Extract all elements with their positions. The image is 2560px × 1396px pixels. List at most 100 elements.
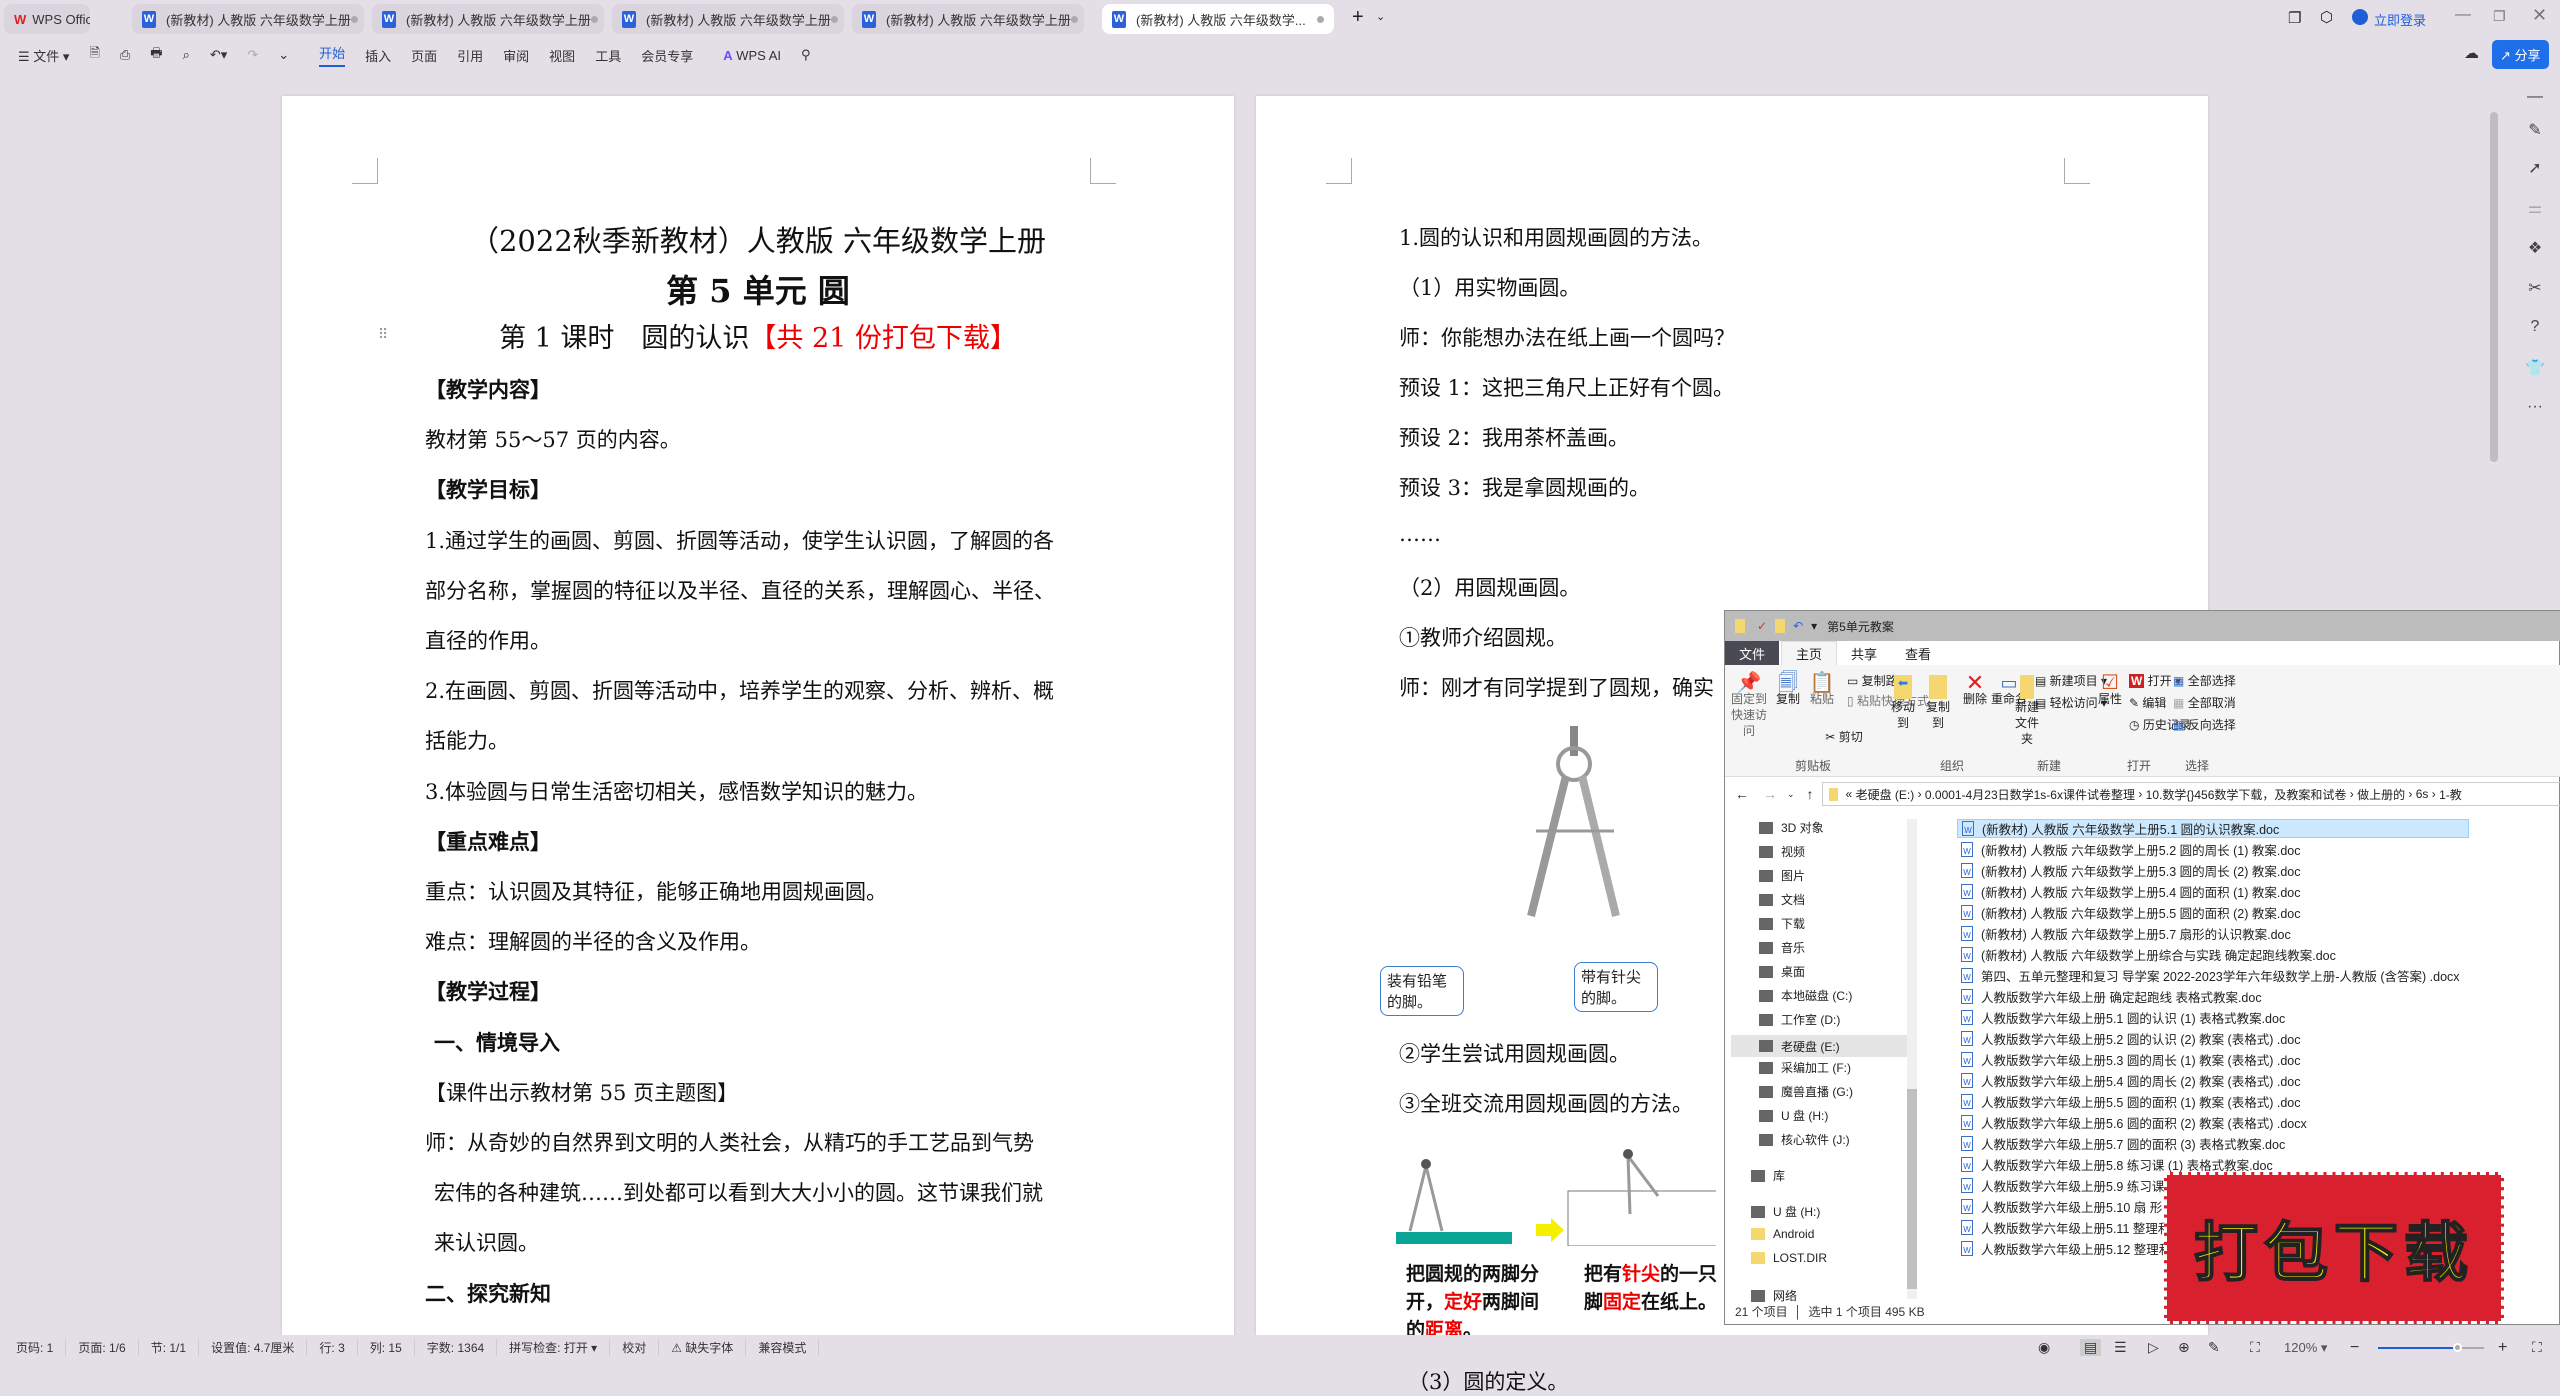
tab-close-dot[interactable] [1070,15,1078,23]
play-icon[interactable]: ▷ [2148,1339,2159,1356]
collapse-panel-icon[interactable]: — [2520,88,2550,106]
properties-icon[interactable]: ✓ [1757,619,1767,633]
back-icon[interactable]: ← [1735,786,1749,802]
zoom-in-button[interactable]: + [2498,1339,2507,1357]
menu-references[interactable]: 引用 [457,46,483,65]
more-icon[interactable]: ··· [2520,398,2550,416]
file-row[interactable]: W 人教版数学六年级上册5.10 扇 形 表格 [1957,1197,2191,1216]
wps-office-tab[interactable]: WWPS Office [4,4,90,34]
tab-list-chevron-icon[interactable]: ⌄ [1376,10,1385,23]
cube-icon[interactable]: ⬡ [2320,8,2333,26]
fullscreen-icon[interactable]: ⛶ [2532,1339,2542,1356]
status-item[interactable]: 兼容模式 [746,1339,820,1356]
undo-icon[interactable]: ↶ [1793,619,1803,633]
ribbon-tab-share[interactable]: 共享 [1837,641,1891,665]
wps-ai-button[interactable]: A WPS AI [723,48,781,63]
new-tab-button[interactable]: + [1352,6,1364,29]
save-icon[interactable]: 🗎 [89,44,99,66]
ribbon-tab-file[interactable]: 文件 [1725,641,1780,665]
menu-tools[interactable]: 工具 [595,46,621,65]
file-row[interactable]: W (新教材) 人教版 六年级数学上册综合与实践 确定起跑线教案.doc [1957,945,2336,964]
copy-to-button[interactable]: 复制到 [1921,675,1955,731]
login-link[interactable]: 立即登录 [2374,10,2426,29]
menu-home[interactable]: 开始 [319,43,346,67]
page-view-icon[interactable]: ▤ [2080,1339,2102,1356]
path-segment[interactable]: 老硬盘 (E:) [1856,786,1915,803]
file-row[interactable]: W 人教版数学六年级上册5.5 圆的面积 (1) 教案 (表格式) .doc [1957,1092,2300,1111]
file-row[interactable]: W (新教材) 人教版 六年级数学上册5.5 圆的面积 (2) 教案.doc [1957,903,2300,922]
file-row[interactable]: W 人教版数学六年级上册5.4 圆的周长 (2) 教案 (表格式) .doc [1957,1071,2300,1090]
document-page-1[interactable]: （2022秋季新教材）人教版 六年级数学上册 第 5 单元 圆 第 1 课时 圆… [282,96,1234,1336]
file-row[interactable]: W 人教版数学六年级上册5.7 圆的面积 (3) 表格式教案.doc [1957,1134,2285,1153]
file-row[interactable]: W (新教材) 人教版 六年级数学上册5.3 圆的周长 (2) 教案.doc [1957,861,2300,880]
file-row[interactable]: W (新教材) 人教版 六年级数学上册5.1 圆的认识教案.doc [1957,819,2469,838]
new-folder-icon[interactable] [1775,619,1786,633]
avatar-icon[interactable] [2352,9,2368,25]
file-row[interactable]: W 人教版数学六年级上册5.12 整理和复习 [1957,1239,2196,1258]
explorer-titlebar[interactable]: ✓ ↶ ▾ 第5单元教案 [1725,611,2560,641]
path-segment[interactable]: 1-教 [2439,786,2462,803]
outline-view-icon[interactable]: ☰ [2114,1339,2127,1356]
properties-button[interactable]: ☑ 属性 [2095,673,2125,707]
help-icon[interactable]: ? [2520,318,2550,336]
ribbon-tab-home[interactable]: 主页 [1781,641,1838,665]
file-row[interactable]: W 人教版数学六年级上册5.11 整理和复习 [1957,1218,2195,1237]
select-none-button[interactable]: ▦ 全部取消 [2173,695,2236,711]
cloud-upload-icon[interactable]: ☁ [2464,44,2479,62]
file-row[interactable]: W (新教材) 人教版 六年级数学上册5.7 扇形的认识教案.doc [1957,924,2291,943]
print-icon[interactable]: 🖶 [150,44,162,66]
status-item[interactable]: 校对 [610,1339,660,1356]
window-list-icon[interactable]: ❐ [2288,9,2301,27]
select-all-button[interactable]: ▦ 全部选择 [2173,673,2236,689]
vertical-scrollbar[interactable] [2490,112,2498,462]
zoom-level[interactable]: 120% ▾ [2284,1340,2327,1356]
file-row[interactable]: W 人教版数学六年级上册5.3 圆的周长 (1) 教案 (表格式) .doc [1957,1050,2300,1069]
pin-quick-access-button[interactable]: 📌 固定到快速访问 [1729,673,1769,739]
document-tab[interactable]: W (新教材) 人教版 六年级数学上册 [612,4,844,34]
zoom-out-button[interactable]: − [2350,1339,2359,1357]
ribbon-tab-view[interactable]: 查看 [1891,641,1945,665]
restore-button[interactable]: ❐ [2493,8,2506,25]
paste-button[interactable]: 📋 粘贴 [1807,673,1837,707]
close-button[interactable]: ✕ [2532,5,2547,26]
style-icon[interactable]: ❖ [2520,238,2550,258]
web-view-icon[interactable]: ⊕ [2178,1339,2190,1356]
document-tab[interactable]: W (新教材) 人教版 六年级数学上册 [132,4,364,34]
pen-icon[interactable]: ✎ [2208,1339,2220,1356]
menu-insert[interactable]: 插入 [365,46,391,65]
path-segment[interactable]: 10.数学{}456数学下载，及教案和试卷 [2146,786,2347,803]
minimize-button[interactable]: — [2455,6,2471,24]
path-segment[interactable]: 0.0001-4月23日数学1s-6x课件试卷整理 [1925,786,2135,803]
customize-chevron-icon[interactable]: ▾ [1811,619,1817,633]
copy-button[interactable]: 🗐 复制 [1773,673,1803,707]
address-bar[interactable]: « 老硬盘 (E:) › 0.0001-4月23日数学1s-6x课件试卷整理 ›… [1821,782,2560,806]
file-row[interactable]: W (新教材) 人教版 六年级数学上册5.2 圆的周长 (1) 教案.doc [1957,840,2300,859]
menu-review[interactable]: 审阅 [503,46,529,65]
share-button[interactable]: ↗ 分享 [2492,40,2549,69]
invert-selection-button[interactable]: ▦ 反向选择 [2173,717,2236,733]
delete-button[interactable]: ✕ 删除 [1961,672,1989,707]
menu-membership[interactable]: 会员专享 [641,46,693,65]
adjust-sliders-icon[interactable]: ⚌ [2520,198,2550,218]
search-icon[interactable]: ⚲ [801,47,811,63]
tab-close-dot[interactable] [590,15,598,23]
file-row[interactable]: W (新教材) 人教版 六年级数学上册5.4 圆的面积 (1) 教案.doc [1957,882,2300,901]
print-preview-icon[interactable]: ⌕ [183,47,190,63]
status-item[interactable]: 拼写检查: 打开 ▾ [497,1339,611,1356]
document-tab[interactable]: W (新教材) 人教版 六年级数学上册 [852,4,1084,34]
fit-page-icon[interactable]: ⛶ [2250,1339,2260,1356]
file-row[interactable]: W 人教版数学六年级上册5.1 圆的认识 (1) 表格式教案.doc [1957,1008,2285,1027]
more-chevron-icon[interactable]: ⌄ [278,47,289,63]
up-icon[interactable]: ↑ [1807,786,1814,802]
menu-view[interactable]: 视图 [549,46,575,65]
drag-handle-icon[interactable]: ⠿ [378,326,388,343]
status-item[interactable]: ⚠ 缺失字体 [659,1339,747,1356]
file-row[interactable]: W 人教版数学六年级上册5.6 圆的面积 (2) 教案 (表格式) .docx [1957,1113,2307,1132]
document-tab-active[interactable]: W (新教材) 人教版 六年级数学... [1102,4,1334,34]
cut-button[interactable]: ✂ 剪切 [1819,729,1869,745]
edit-button[interactable]: ✎ 编辑 [2129,695,2166,711]
forward-icon[interactable]: → [1763,786,1777,802]
file-row[interactable]: W 人教版数学六年级上册5.2 圆的认识 (2) 教案 (表格式) .doc [1957,1029,2300,1048]
pen-icon[interactable]: ✎ [2520,120,2550,140]
redo-icon[interactable]: ↷ [247,47,258,63]
